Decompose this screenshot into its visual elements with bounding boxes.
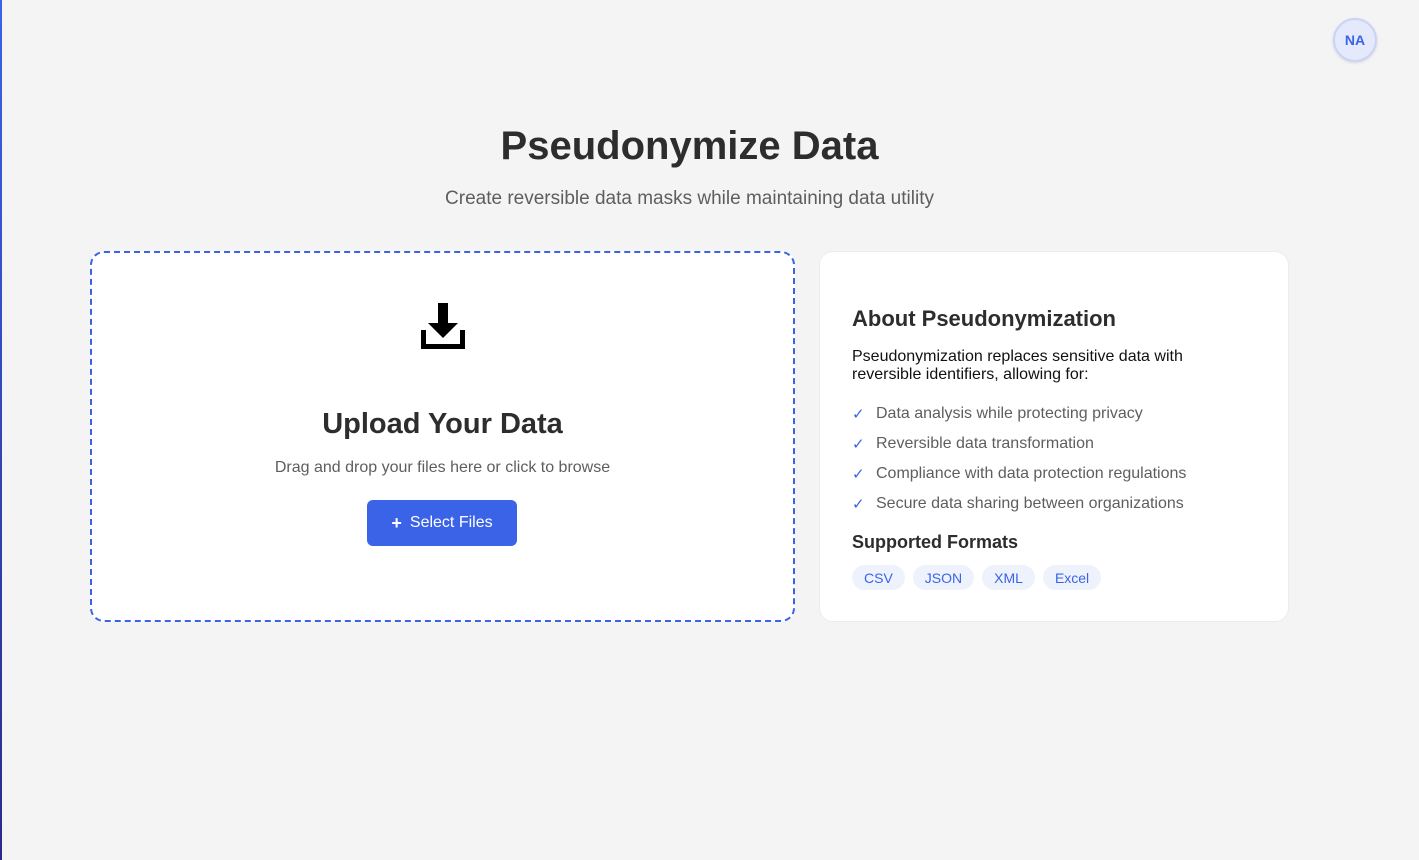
benefits-list: ✓ Data analysis while protecting privacy… xyxy=(852,399,1186,519)
about-description: Pseudonymization replaces sensitive data… xyxy=(852,348,1183,383)
benefit-text: Compliance with data protection regulati… xyxy=(876,465,1187,482)
format-chip-excel: Excel xyxy=(1042,565,1102,590)
check-icon: ✓ xyxy=(852,436,865,453)
formats-list: CSV JSON XML Excel xyxy=(852,565,1102,590)
benefit-text: Reversible data transformation xyxy=(876,435,1094,452)
benefit-text: Secure data sharing between organization… xyxy=(876,495,1184,512)
plus-icon: + xyxy=(391,513,402,533)
benefit-text: Data analysis while protecting privacy xyxy=(876,405,1143,422)
format-chip-csv: CSV xyxy=(852,565,905,590)
page-subtitle: Create reversible data masks while maint… xyxy=(445,188,934,209)
upload-title: Upload Your Data xyxy=(322,408,563,440)
check-icon: ✓ xyxy=(852,496,865,513)
about-title: About Pseudonymization xyxy=(852,306,1116,331)
upload-description: Drag and drop your files here or click t… xyxy=(274,459,611,476)
benefit-item: ✓ Compliance with data protection regula… xyxy=(852,459,1186,489)
upload-dropzone[interactable]: Upload Your Data Drag and drop your file… xyxy=(90,251,795,622)
benefit-item: ✓ Secure data sharing between organizati… xyxy=(852,489,1186,519)
format-chip-xml: XML xyxy=(982,565,1035,590)
page-title: Pseudonymize Data xyxy=(500,124,879,168)
user-avatar[interactable]: NA xyxy=(1333,18,1377,62)
select-files-label: Select Files xyxy=(409,514,493,531)
check-icon: ✓ xyxy=(852,406,865,423)
about-card: About Pseudonymization Pseudonymization … xyxy=(819,251,1289,622)
check-icon: ✓ xyxy=(852,466,865,483)
select-files-button[interactable]: + Select Files xyxy=(367,500,517,546)
formats-title: Supported Formats xyxy=(852,532,1019,552)
benefit-item: ✓ Reversible data transformation xyxy=(852,429,1186,459)
benefit-item: ✓ Data analysis while protecting privacy xyxy=(852,399,1186,429)
download-icon xyxy=(421,303,465,349)
format-chip-json: JSON xyxy=(912,565,975,590)
